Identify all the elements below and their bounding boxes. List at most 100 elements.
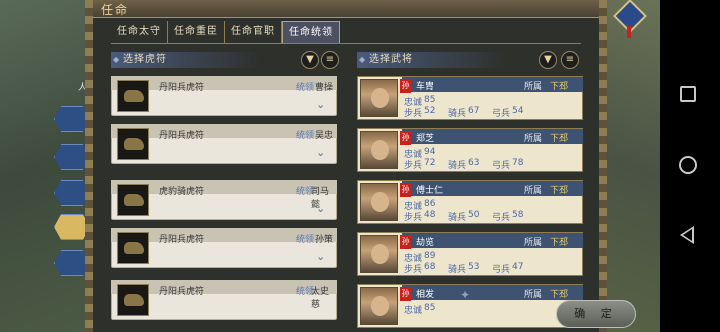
general-card[interactable]: 孙 车胄 所属 下邳 忠诚 85 步兵 52 骑兵 67 弓兵 54 bbox=[357, 76, 583, 120]
archer-label: 弓兵 bbox=[492, 265, 511, 275]
tab-appoint-governor[interactable]: 任命太守 bbox=[111, 21, 168, 43]
infantry-label: 步兵 bbox=[404, 109, 423, 119]
tally-owner: 曹操 bbox=[315, 83, 334, 93]
loyalty-value: 85 bbox=[424, 95, 436, 105]
tally-name: 虎豹骑虎符 bbox=[159, 187, 205, 197]
cavalry-value: 63 bbox=[468, 158, 480, 168]
tiger-tally-icon bbox=[117, 128, 149, 160]
left-list-icon[interactable]: ≡ bbox=[321, 51, 339, 69]
left-filter-icon[interactable]: ▼ bbox=[301, 51, 319, 69]
tiger-tally-icon bbox=[117, 80, 149, 112]
right-filter-icon[interactable]: ▼ bbox=[539, 51, 557, 69]
tab-divider bbox=[111, 43, 581, 44]
cavalry-value: 50 bbox=[468, 210, 480, 220]
general-portrait bbox=[360, 183, 398, 221]
loyalty-label: 忠诚 bbox=[404, 306, 423, 316]
faction-badge: 孙 bbox=[400, 79, 411, 93]
chevron-down-icon[interactable]: ⌄ bbox=[316, 202, 325, 215]
archer-label: 弓兵 bbox=[492, 109, 511, 119]
chevron-down-icon[interactable]: ⌄ bbox=[316, 250, 325, 263]
loyalty-value: 85 bbox=[424, 303, 436, 313]
cavalry-label: 骑兵 bbox=[448, 213, 467, 223]
tiger-tally-icon bbox=[117, 284, 149, 316]
cavalry-label: 骑兵 bbox=[448, 109, 467, 119]
tally-card[interactable]: 丹阳兵虎符 统领 太史慈 bbox=[111, 280, 337, 320]
loyalty-value: 86 bbox=[424, 199, 436, 209]
belong-label: 所属 bbox=[524, 186, 543, 196]
recent-apps-icon[interactable] bbox=[680, 86, 696, 102]
tally-owner-label: 统领 bbox=[296, 235, 315, 245]
general-name: 相发 bbox=[416, 290, 435, 300]
faction-badge: 孙 bbox=[400, 235, 411, 249]
tally-owner-label: 统领 bbox=[296, 83, 315, 93]
loyalty-value: 89 bbox=[424, 251, 436, 261]
loyalty-value: 94 bbox=[424, 147, 436, 157]
home-icon[interactable] bbox=[679, 156, 697, 174]
general-portrait bbox=[360, 235, 398, 273]
left-section-title: 选择虎符 bbox=[111, 52, 261, 68]
general-name: 郑芝 bbox=[416, 134, 435, 144]
right-section-title: 选择武将 bbox=[357, 52, 507, 68]
tally-name: 丹阳兵虎符 bbox=[159, 83, 205, 93]
tally-card[interactable]: 丹阳兵虎符 统领 孙策 ⌄ bbox=[111, 228, 337, 268]
tally-owner: 孙策 bbox=[315, 235, 334, 245]
tab-appoint-office[interactable]: 任命官职 bbox=[225, 21, 282, 43]
cavalry-label: 骑兵 bbox=[448, 265, 467, 275]
belong-label: 所属 bbox=[524, 238, 543, 248]
general-name: 傅士仁 bbox=[416, 186, 444, 196]
tab-appoint-minister[interactable]: 任命重臣 bbox=[168, 21, 225, 43]
general-name: 劫览 bbox=[416, 238, 435, 248]
tally-owner-label: 统领 bbox=[296, 131, 315, 141]
archer-value: 47 bbox=[512, 262, 524, 272]
infantry-value: 52 bbox=[424, 106, 436, 116]
right-ornament bbox=[599, 0, 607, 332]
system-nav-bar bbox=[660, 0, 720, 332]
confirm-button[interactable]: 确 定 bbox=[556, 300, 636, 328]
tally-card[interactable]: 丹阳兵虎符 统领 吴忠 ⌄ bbox=[111, 124, 337, 164]
chevron-down-icon[interactable]: ⌄ bbox=[316, 146, 325, 159]
cavalry-value: 53 bbox=[468, 262, 480, 272]
tally-name: 丹阳兵虎符 bbox=[159, 287, 205, 297]
infantry-value: 48 bbox=[424, 210, 436, 220]
belong-label: 所属 bbox=[524, 134, 543, 144]
left-ornament bbox=[85, 0, 93, 332]
tally-card[interactable]: 虎豹骑虎符 统领 司马懿 ⌄ bbox=[111, 180, 337, 220]
right-list-icon[interactable]: ≡ bbox=[561, 51, 579, 69]
chevron-down-icon[interactable]: ⌄ bbox=[316, 98, 325, 111]
tally-owner: 吴忠 bbox=[315, 131, 334, 141]
background-scenery-right bbox=[600, 0, 660, 332]
back-icon[interactable] bbox=[680, 226, 694, 244]
general-card[interactable]: 孙 郑芝 所属 下邳 忠诚 94 步兵 72 骑兵 63 弓兵 78 bbox=[357, 128, 583, 172]
general-card[interactable]: 孙 劫览 所属 下邳 忠诚 89 步兵 68 骑兵 53 弓兵 47 bbox=[357, 232, 583, 276]
archer-label: 弓兵 bbox=[492, 161, 511, 171]
faction-badge: 孙 bbox=[400, 183, 411, 197]
general-portrait bbox=[360, 131, 398, 169]
infantry-label: 步兵 bbox=[404, 161, 423, 171]
general-name: 车胄 bbox=[416, 82, 435, 92]
archer-value: 54 bbox=[512, 106, 524, 116]
cavalry-label: 骑兵 bbox=[448, 161, 467, 171]
tiger-tally-icon bbox=[117, 184, 149, 216]
tally-card[interactable]: 丹阳兵虎符 统领 曹操 ⌄ bbox=[111, 76, 337, 116]
infantry-label: 步兵 bbox=[404, 265, 423, 275]
belong-city: 下邳 bbox=[550, 186, 569, 196]
appoint-dialog: 任命 任命太守 任命重臣 任命官职 任命统领 选择虎符 ▼ ≡ 选择武将 ▼ ≡… bbox=[85, 0, 607, 332]
archer-value: 78 bbox=[512, 158, 524, 168]
tab-appoint-commander[interactable]: 任命统领 bbox=[282, 21, 340, 43]
tally-name: 丹阳兵虎符 bbox=[159, 131, 205, 141]
faction-badge: 孙 bbox=[400, 287, 411, 301]
belong-city: 下邳 bbox=[550, 238, 569, 248]
tally-list: 丹阳兵虎符 统领 曹操 ⌄ 丹阳兵虎符 统领 吴忠 ⌄ 虎豹骑虎符 统领 司马懿… bbox=[111, 76, 337, 332]
tally-name: 丹阳兵虎符 bbox=[159, 235, 205, 245]
general-portrait bbox=[360, 79, 398, 117]
general-portrait bbox=[360, 287, 398, 325]
dialog-header: 任命 bbox=[93, 0, 599, 18]
tab-bar: 任命太守 任命重臣 任命官职 任命统领 bbox=[111, 21, 340, 43]
tally-owner: 太史慈 bbox=[311, 287, 330, 310]
screen: 人 任命 任命太守 任命重臣 任命官职 任命统领 选择虎符 ▼ ≡ 选择武将 ▼… bbox=[0, 0, 720, 332]
belong-label: 所属 bbox=[524, 290, 543, 300]
infantry-value: 72 bbox=[424, 158, 436, 168]
general-card[interactable]: 孙 傅士仁 所属 下邳 忠诚 86 步兵 48 骑兵 50 弓兵 58 bbox=[357, 180, 583, 224]
belong-city: 下邳 bbox=[550, 82, 569, 92]
tiger-tally-icon bbox=[117, 232, 149, 264]
